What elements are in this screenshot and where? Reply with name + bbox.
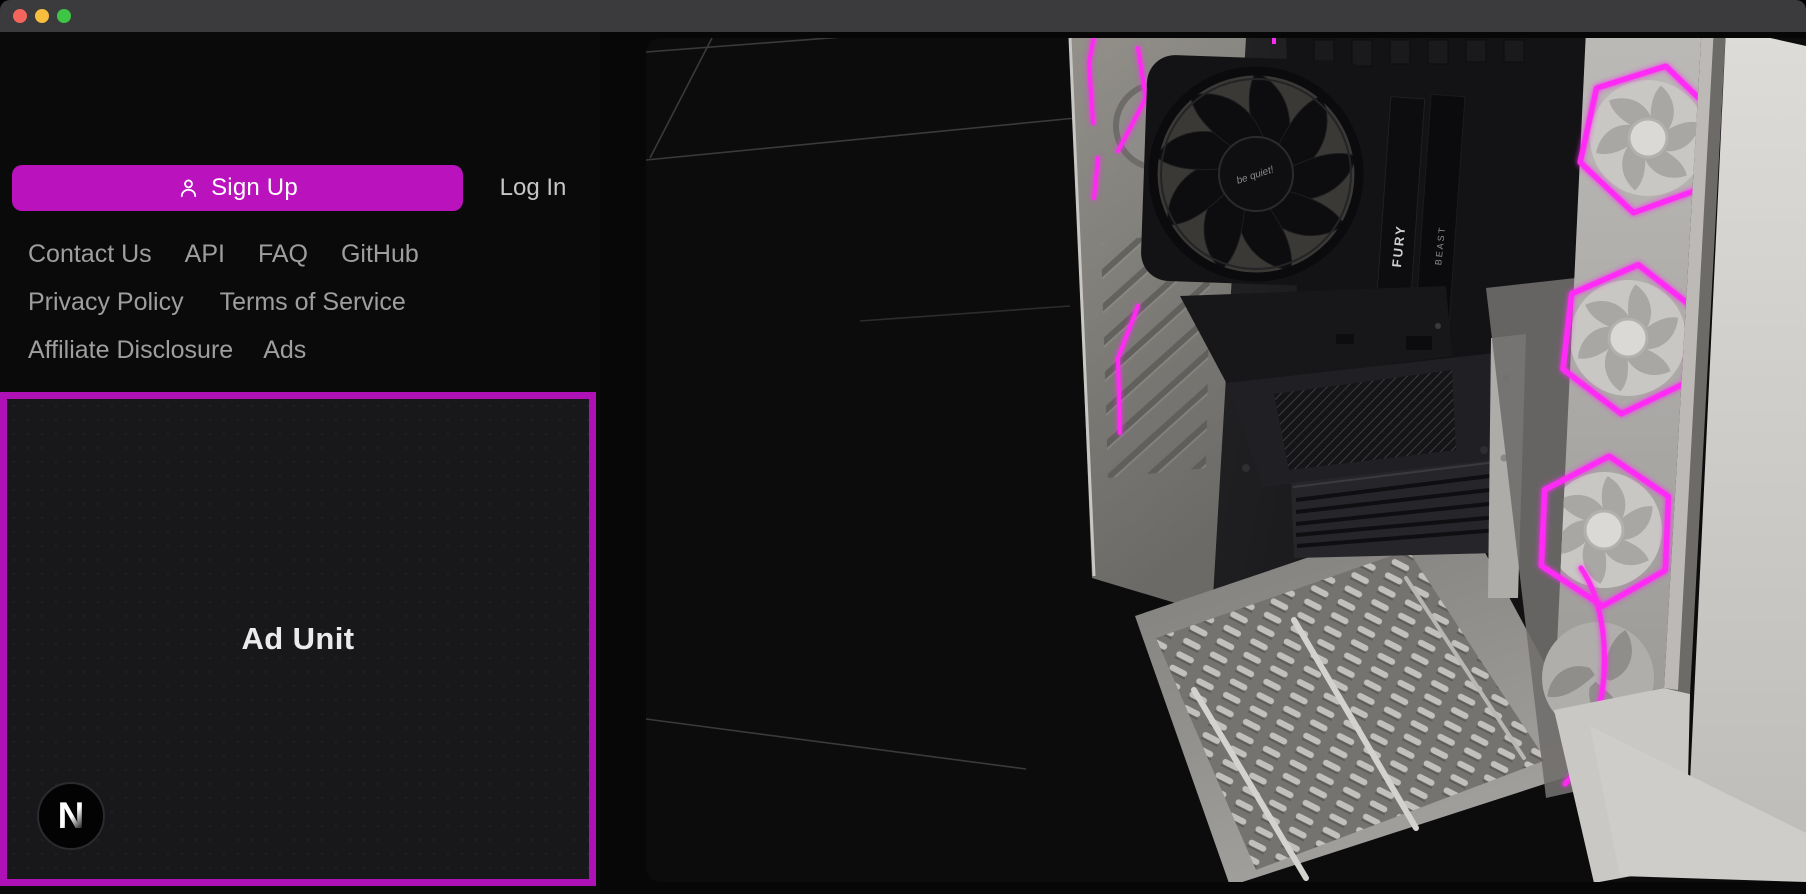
grid-lines bbox=[646, 38, 1076, 769]
link-github[interactable]: GitHub bbox=[341, 238, 419, 270]
zoom-window-button[interactable] bbox=[57, 9, 71, 23]
link-affiliate-disclosure[interactable]: Affiliate Disclosure bbox=[28, 334, 233, 366]
link-privacy-policy[interactable]: Privacy Policy bbox=[28, 286, 184, 318]
link-api[interactable]: API bbox=[185, 238, 225, 270]
link-terms-of-service[interactable]: Terms of Service bbox=[220, 286, 406, 318]
sidebar: Sign Up Log In Contact Us API FAQ GitHub… bbox=[0, 32, 600, 894]
3d-pc-viewer[interactable]: FURY BEAST bbox=[646, 38, 1806, 882]
pc-case-render: FURY BEAST bbox=[1070, 38, 1806, 882]
minimize-window-button[interactable] bbox=[35, 9, 49, 23]
link-ads[interactable]: Ads bbox=[263, 334, 306, 366]
n-logo-letter: N bbox=[58, 797, 85, 834]
cpu-cooler-fan: be quiet! bbox=[1140, 54, 1372, 288]
ad-unit[interactable]: Ad Unit N bbox=[0, 392, 596, 886]
app-window: Sign Up Log In Contact Us API FAQ GitHub… bbox=[0, 0, 1806, 894]
log-in-button[interactable]: Log In bbox=[478, 165, 588, 211]
footer-links-row-1: Contact Us API FAQ GitHub bbox=[28, 238, 419, 270]
traffic-lights bbox=[13, 9, 71, 23]
ad-unit-label: Ad Unit bbox=[242, 621, 355, 657]
footer-links-row-2: Privacy Policy Terms of Service bbox=[28, 286, 406, 318]
n-logo-icon[interactable]: N bbox=[37, 782, 105, 850]
titlebar bbox=[0, 0, 1806, 32]
sign-up-button[interactable]: Sign Up bbox=[12, 165, 463, 211]
close-window-button[interactable] bbox=[13, 9, 27, 23]
pc-case-3d-scene: FURY BEAST bbox=[646, 38, 1806, 882]
link-contact-us[interactable]: Contact Us bbox=[28, 238, 152, 270]
link-faq[interactable]: FAQ bbox=[258, 238, 308, 270]
footer-links-row-3: Affiliate Disclosure Ads bbox=[28, 334, 306, 366]
sign-up-label: Sign Up bbox=[211, 174, 298, 202]
person-icon bbox=[177, 177, 200, 200]
